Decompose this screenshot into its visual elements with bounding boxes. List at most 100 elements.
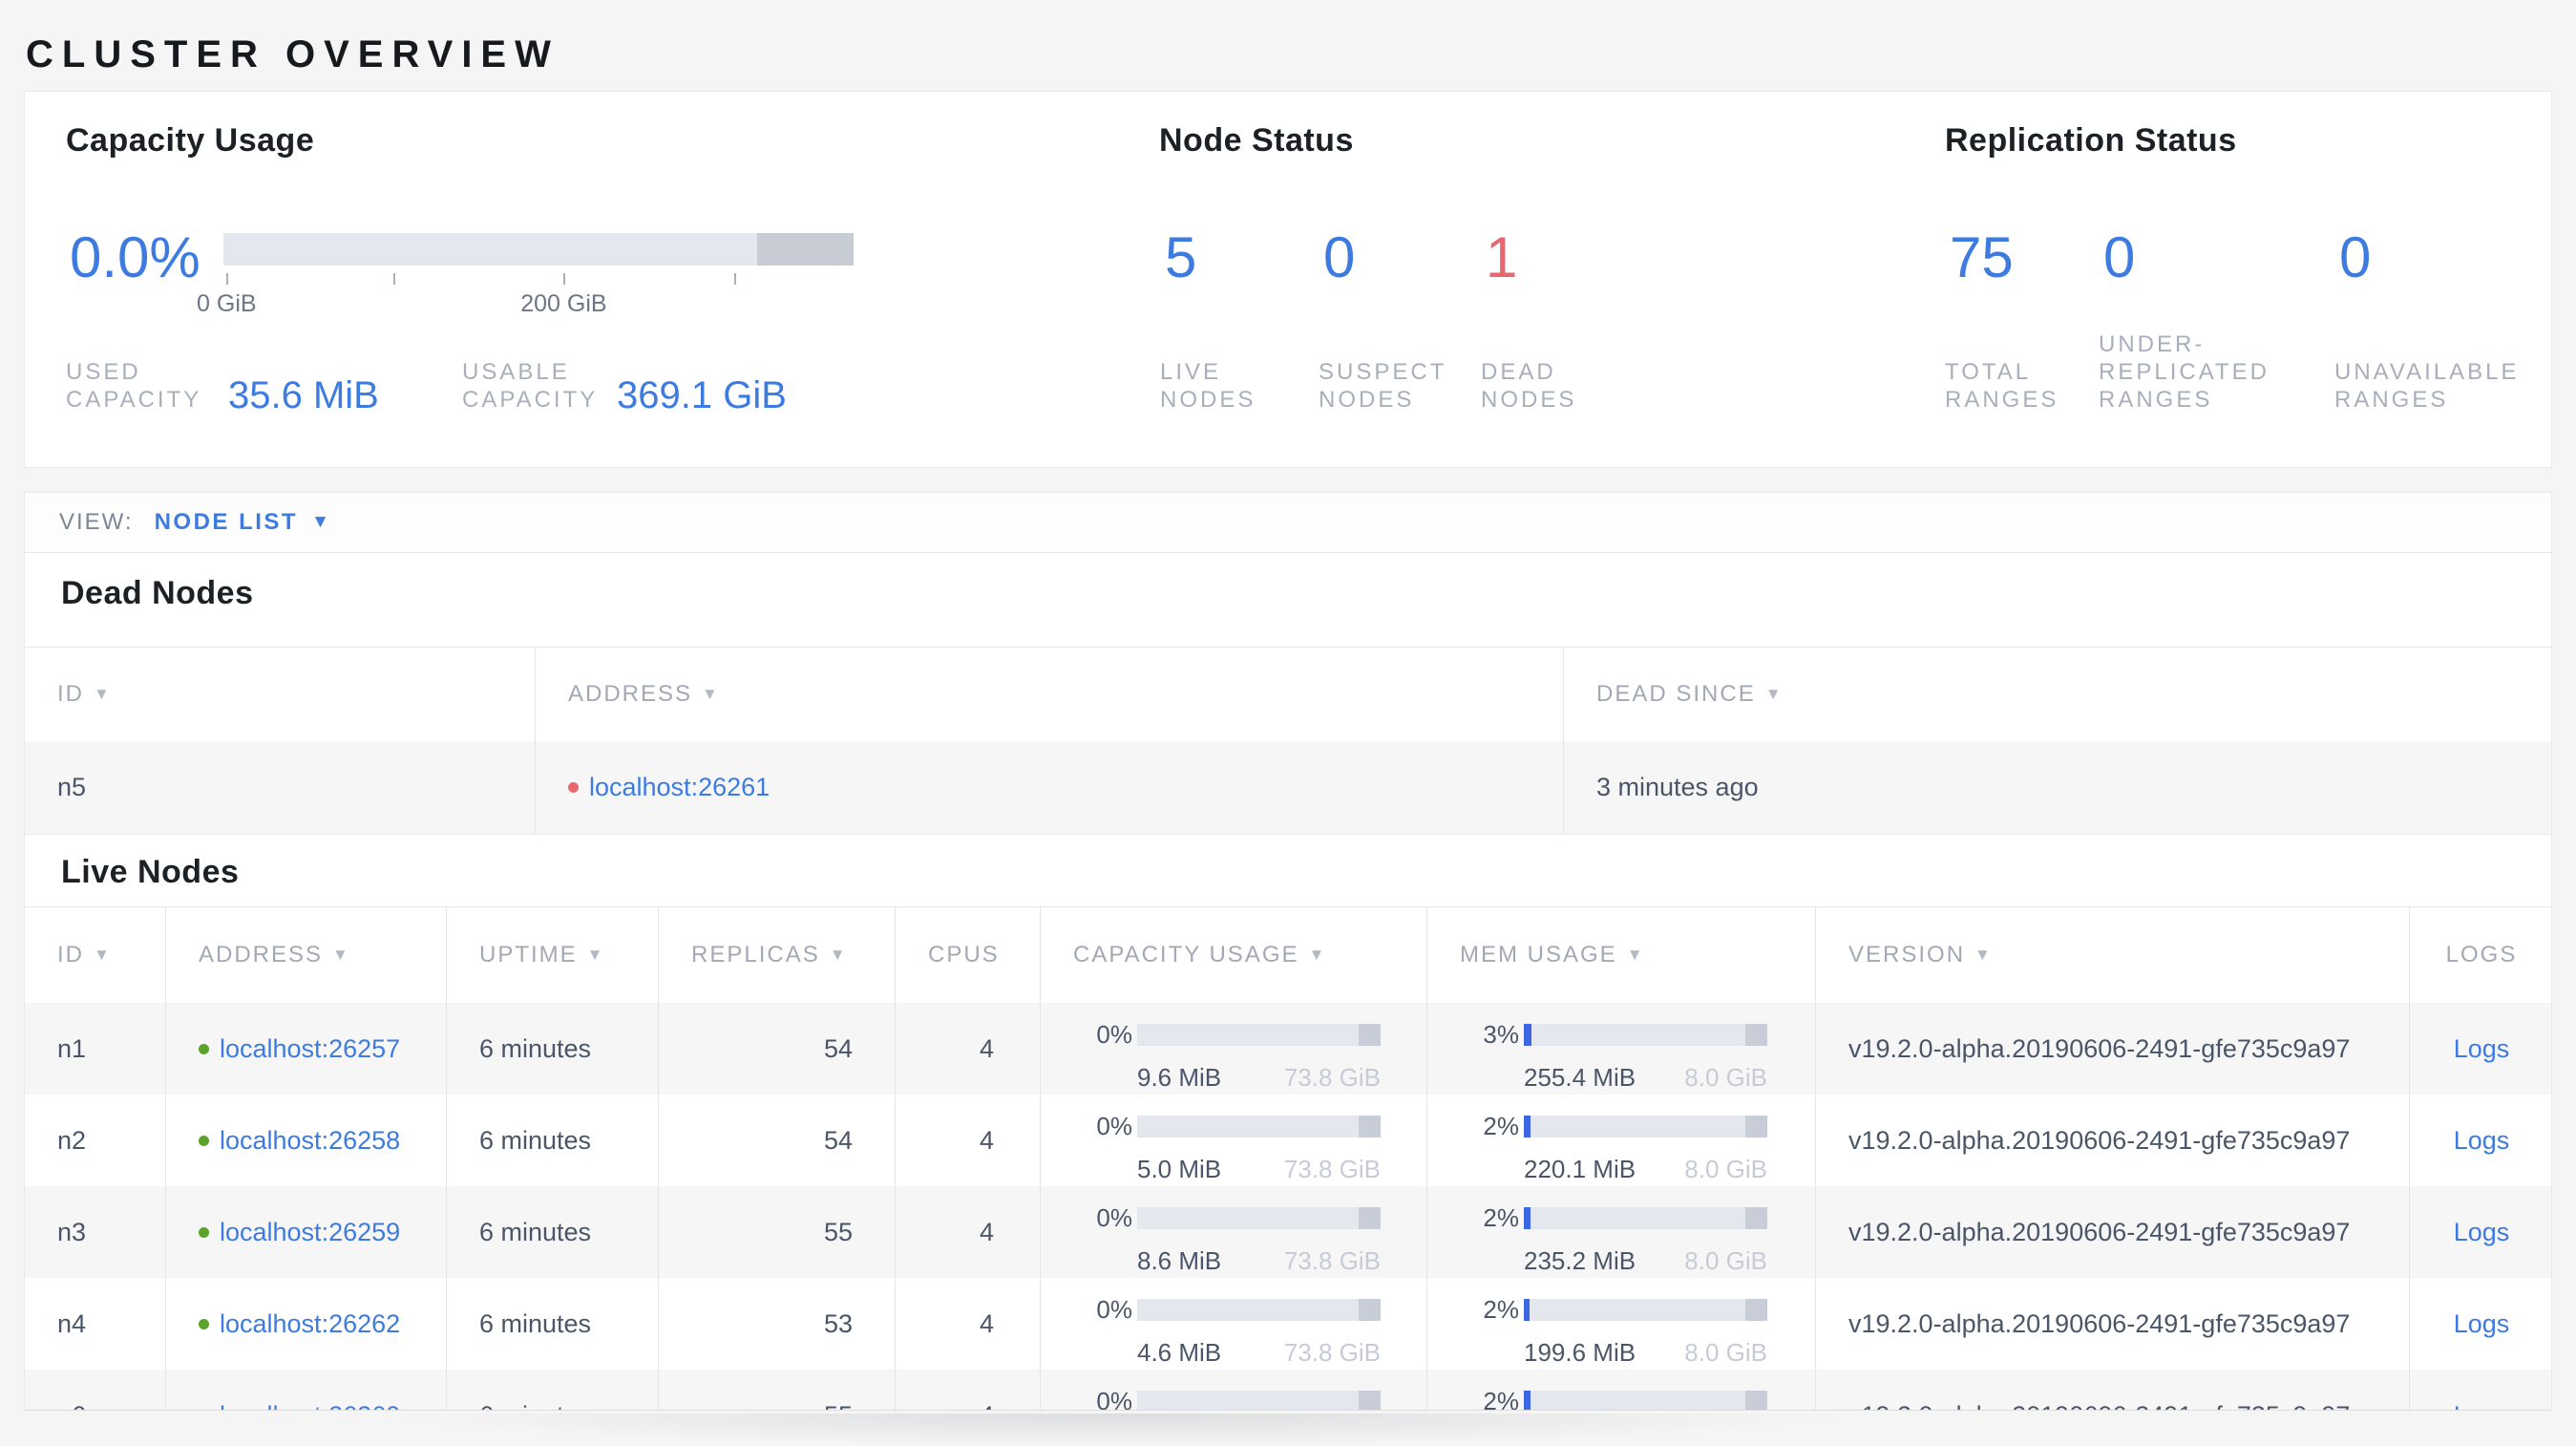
- replication-status-title: Replication Status: [1945, 122, 2237, 159]
- logs-link[interactable]: Logs: [2454, 1401, 2510, 1411]
- logs-link[interactable]: Logs: [2454, 1309, 2510, 1339]
- replicas-cell: 54: [658, 1095, 895, 1186]
- usable-capacity-value: 369.1 GiB: [617, 374, 787, 416]
- capacity-bar-track: [1137, 1023, 1381, 1046]
- replicas-cell: 55: [658, 1370, 895, 1410]
- logs-link[interactable]: Logs: [2454, 1034, 2510, 1064]
- node-address-link[interactable]: localhost:26257: [220, 1034, 400, 1064]
- nodes-section: VIEW: NODE LIST ▼ Dead Nodes ID ▼ ADDRESS ▼…: [24, 492, 2552, 1411]
- summary-stat-value: 0: [1323, 225, 1356, 289]
- view-label: VIEW:: [59, 509, 134, 535]
- capacity-bar-reserved-segment: [1359, 1206, 1381, 1229]
- mem-bar-reserved-segment: [1745, 1390, 1767, 1410]
- sort-arrow-icon: ▼: [1308, 946, 1327, 964]
- mem-bar-fill: [1524, 1206, 1531, 1229]
- node-address-cell: localhost:26262: [165, 1278, 446, 1370]
- node-address-link[interactable]: localhost:26259: [220, 1218, 400, 1247]
- column-header-capacity-usage[interactable]: CAPACITY USAGE ▼: [1040, 907, 1426, 1003]
- column-header-address[interactable]: ADDRESS ▼: [535, 648, 1563, 741]
- logs-cell: Logs: [2409, 1278, 2551, 1370]
- column-header-label: DEAD SINCE: [1596, 681, 1756, 707]
- view-selected-value: NODE LIST: [154, 509, 299, 535]
- live-node-row: n1 localhost:26257 6 minutes 54 4 0% 9.6…: [25, 1003, 2551, 1095]
- capacity-bar-track: [1137, 1390, 1381, 1410]
- node-address-link[interactable]: localhost:26262: [220, 1309, 400, 1339]
- column-header-id[interactable]: ID ▼: [25, 648, 535, 741]
- column-header-replicas[interactable]: REPLICAS ▼: [658, 907, 895, 1003]
- column-header-uptime[interactable]: UPTIME ▼: [446, 907, 658, 1003]
- sort-arrow-icon: ▼: [586, 946, 605, 964]
- summary-stat-label: SUSPECT NODES: [1319, 359, 1447, 413]
- axis-tick-label: 0 GiB: [197, 290, 257, 317]
- mem-used-value: 255.4 MiB: [1524, 1062, 1636, 1092]
- logs-link[interactable]: Logs: [2454, 1126, 2510, 1156]
- cpus-cell: 4: [895, 1186, 1040, 1278]
- live-status-dot-icon: [199, 1411, 209, 1412]
- node-status-title: Node Status: [1159, 122, 1354, 159]
- column-header-dead-since[interactable]: DEAD SINCE ▼: [1563, 648, 2551, 741]
- mem-percent: 2%: [1483, 1386, 1519, 1411]
- mem-bar-fill: [1524, 1298, 1531, 1321]
- cpus-cell: 4: [895, 1095, 1040, 1186]
- dead-node-address-cell: localhost:26261: [535, 741, 1563, 834]
- dead-nodes-table-header: ID ▼ ADDRESS ▼ DEAD SINCE ▼: [25, 647, 2551, 741]
- replicas-cell: 53: [658, 1278, 895, 1370]
- node-id-cell: n3: [57, 1217, 87, 1246]
- sort-arrow-icon: ▼: [1974, 946, 1993, 964]
- mem-usage-cell: 3% 255.4 MiB 8.0 GiB: [1426, 1003, 1815, 1095]
- node-address-link[interactable]: localhost:26258: [220, 1126, 400, 1156]
- column-header-version[interactable]: VERSION ▼: [1815, 907, 2409, 1003]
- sort-arrow-icon: ▼: [94, 946, 112, 964]
- replicas-cell: 54: [658, 1003, 895, 1095]
- uptime-cell: 6 minutes: [446, 1003, 658, 1095]
- capacity-used-value: 4.6 MiB: [1137, 1337, 1222, 1367]
- mem-percent: 2%: [1483, 1202, 1519, 1232]
- mem-bar-fill: [1524, 1023, 1531, 1046]
- mem-used-value: 199.6 MiB: [1524, 1337, 1636, 1367]
- summary-stat-value: 0: [2339, 225, 2372, 289]
- capacity-axis-labels: 0 GiB 200 GiB: [197, 290, 854, 319]
- live-node-row: n2 localhost:26258 6 minutes 54 4 0% 5.0…: [25, 1095, 2551, 1186]
- column-header-id[interactable]: ID ▼: [25, 907, 165, 1003]
- summary-stat-label: UNDER- REPLICATED RANGES: [2099, 331, 2270, 413]
- node-address-cell: localhost:26257: [165, 1003, 446, 1095]
- column-header-label: ADDRESS: [199, 942, 324, 968]
- view-selector-dropdown[interactable]: NODE LIST ▼: [155, 509, 329, 536]
- dead-node-address-link[interactable]: localhost:26261: [589, 773, 770, 802]
- capacity-percent: 0%: [1096, 1019, 1132, 1049]
- logs-link[interactable]: Logs: [2454, 1218, 2510, 1247]
- capacity-usage-cell: 0% 7.8 MiB 73.8 GiB: [1040, 1370, 1426, 1410]
- node-address-cell: localhost:26259: [165, 1186, 446, 1278]
- mem-total-value: 8.0 GiB: [1684, 1062, 1767, 1092]
- column-header-label: REPLICAS: [691, 942, 820, 968]
- column-header-mem-usage[interactable]: MEM USAGE ▼: [1426, 907, 1815, 1003]
- node-id-cell: n6: [25, 1370, 165, 1411]
- replicas-cell: 55: [658, 1186, 895, 1278]
- column-header-address[interactable]: ADDRESS ▼: [165, 907, 446, 1003]
- capacity-used-value: 9.6 MiB: [1137, 1062, 1222, 1092]
- column-header-label: VERSION: [1848, 942, 1966, 968]
- capacity-bar-reserved-segment: [1359, 1023, 1381, 1046]
- capacity-gauge-reserved-segment: [757, 233, 854, 266]
- capacity-gauge: 0 GiB 200 GiB: [197, 233, 854, 319]
- summary-stat-label: UNAVAILABLE RANGES: [2334, 359, 2520, 413]
- node-address-link[interactable]: localhost:26260: [220, 1401, 400, 1411]
- mem-percent: 2%: [1483, 1294, 1519, 1324]
- page-title: CLUSTER OVERVIEW: [26, 32, 560, 75]
- cpus-cell: 4: [895, 1003, 1040, 1095]
- sort-arrow-icon: ▼: [829, 946, 848, 964]
- live-node-row: n6 localhost:26260 6 minutes 55 4 0% 7.8…: [25, 1370, 2551, 1412]
- capacity-usage-cell: 0% 4.6 MiB 73.8 GiB: [1040, 1278, 1426, 1370]
- axis-tick: [393, 273, 396, 285]
- mem-total-value: 8.0 GiB: [1684, 1337, 1767, 1367]
- uptime-cell: 6 minutes: [446, 1186, 658, 1278]
- bottom-scroll-shadow: [401, 1414, 1833, 1446]
- mem-bar-track: [1524, 1023, 1767, 1046]
- sort-arrow-icon: ▼: [1626, 946, 1645, 964]
- capacity-percent-value: 0.0%: [70, 225, 201, 289]
- mem-bar-track: [1524, 1115, 1767, 1138]
- mem-bar-reserved-segment: [1745, 1298, 1767, 1321]
- column-header-label: ID: [57, 942, 84, 968]
- sort-arrow-icon: ▼: [94, 685, 112, 703]
- mem-usage-cell: 2% 235.2 MiB 8.0 GiB: [1426, 1186, 1815, 1278]
